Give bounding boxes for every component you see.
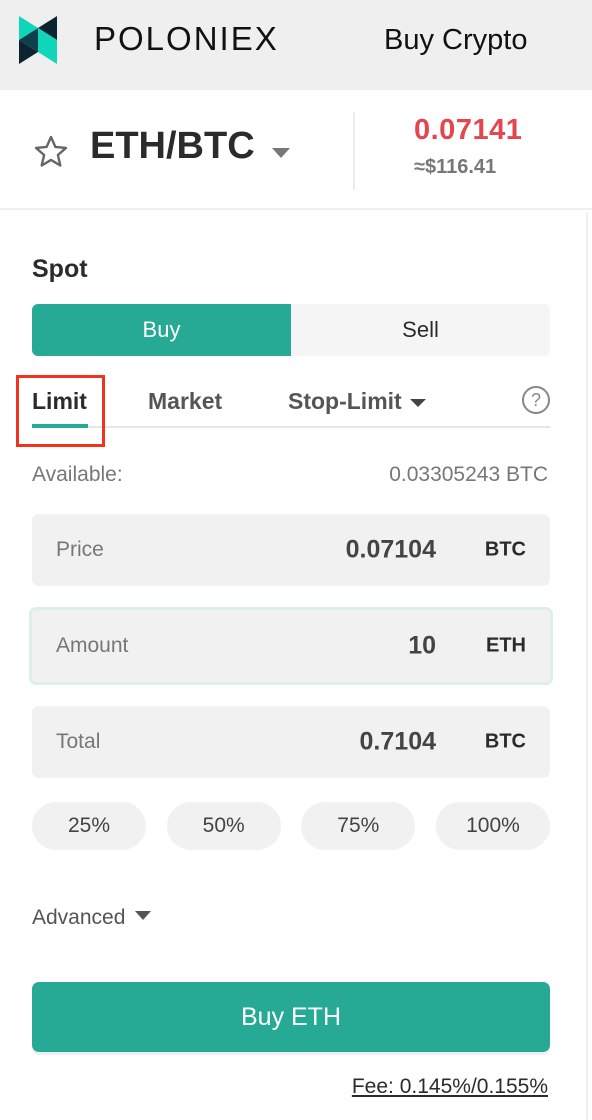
total-input[interactable]: Total 0.7104 BTC [32, 706, 550, 778]
buy-crypto-link[interactable]: Buy Crypto [384, 24, 527, 57]
percent-50-button[interactable]: 50% [166, 802, 281, 850]
tab-limit[interactable]: Limit [32, 388, 87, 415]
advanced-label: Advanced [32, 906, 126, 929]
buy-eth-button[interactable]: Buy ETH [32, 982, 550, 1052]
brand-name[interactable]: POLONIEX [94, 20, 279, 58]
available-balance: 0.03305243 BTC [389, 463, 548, 486]
advanced-toggle[interactable]: Advanced [32, 906, 152, 930]
divider [353, 112, 355, 190]
amount-unit: ETH [486, 634, 526, 657]
caret-down-icon [409, 398, 426, 407]
poloniex-logo-icon[interactable] [19, 16, 57, 64]
order-panel: Spot Buy Sell Limit Market Stop-Limit ? … [0, 212, 588, 1120]
caret-down-icon[interactable] [272, 148, 290, 158]
total-label: Total [56, 730, 101, 753]
percent-100-button[interactable]: 100% [435, 802, 550, 850]
help-icon[interactable]: ? [522, 386, 550, 414]
active-tab-indicator [32, 424, 88, 428]
price-label: Price [56, 538, 104, 561]
buy-tab[interactable]: Buy [32, 304, 291, 356]
total-unit: BTC [484, 730, 526, 753]
percent-75-button[interactable]: 75% [301, 802, 416, 850]
tab-stop-limit[interactable]: Stop-Limit [288, 388, 426, 415]
tab-stop-limit-label: Stop-Limit [288, 388, 402, 414]
percent-buttons: 25% 50% 75% 100% [32, 802, 550, 850]
price-input[interactable]: Price 0.07104 BTC [32, 514, 550, 586]
fee-link[interactable]: Fee: 0.145%/0.155% [352, 1075, 548, 1099]
panel-title: Spot [32, 255, 88, 283]
tab-market[interactable]: Market [148, 388, 222, 415]
amount-value[interactable]: 10 [408, 632, 436, 661]
pair-header: ETH/BTC 0.07141 ≈$116.41 [0, 92, 592, 210]
amount-label: Amount [56, 634, 129, 657]
top-bar: POLONIEX Buy Crypto [0, 0, 592, 90]
pair-selector[interactable]: ETH/BTC [90, 125, 255, 168]
amount-input[interactable]: Amount 10 ETH [29, 607, 553, 685]
available-label: Available: [32, 463, 123, 486]
price-value[interactable]: 0.07104 [346, 536, 436, 565]
caret-down-icon [135, 910, 152, 920]
total-value[interactable]: 0.7104 [360, 728, 436, 757]
buy-sell-toggle: Buy Sell [32, 304, 550, 356]
price-unit: BTC [484, 538, 526, 561]
last-price: 0.07141 [414, 114, 523, 146]
percent-25-button[interactable]: 25% [32, 802, 146, 850]
sell-tab[interactable]: Sell [291, 304, 550, 356]
order-type-tabs: Limit Market Stop-Limit ? [32, 382, 550, 428]
star-outline-icon[interactable] [32, 134, 70, 170]
usd-price: ≈$116.41 [414, 156, 497, 178]
